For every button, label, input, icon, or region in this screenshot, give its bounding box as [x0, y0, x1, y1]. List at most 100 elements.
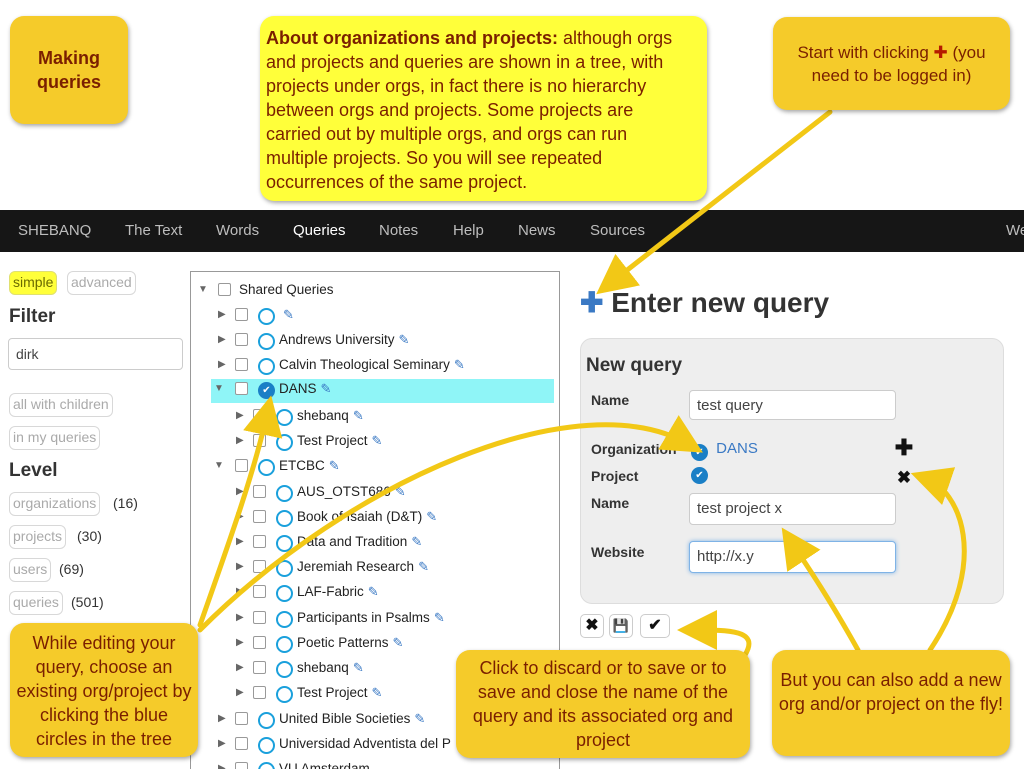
- tree-row-project[interactable]: ▶ Test Project ✎: [191, 431, 557, 453]
- in-my-queries-toggle[interactable]: in my queries: [9, 426, 101, 450]
- expand-down-icon[interactable]: ▼: [198, 284, 208, 295]
- filter-input[interactable]: dirk: [8, 338, 183, 370]
- select-circle-icon[interactable]: [258, 459, 275, 476]
- expand-right-icon[interactable]: ▶: [218, 309, 226, 320]
- nav-sources[interactable]: Sources: [590, 222, 645, 239]
- expand-right-icon[interactable]: ▶: [236, 637, 244, 648]
- tree-checkbox[interactable]: [253, 535, 266, 548]
- tree-checkbox[interactable]: [235, 358, 248, 371]
- tree-row-project[interactable]: ▶ Participants in Psalms ✎: [191, 608, 557, 630]
- level-organizations[interactable]: organizations: [9, 492, 101, 516]
- pencil-icon[interactable]: ✎: [283, 307, 294, 322]
- tree-checkbox[interactable]: [253, 485, 266, 498]
- nav-news[interactable]: News: [518, 222, 556, 239]
- tree-checkbox[interactable]: [235, 459, 248, 472]
- selected-check-circle-icon[interactable]: ✔: [691, 467, 708, 484]
- pencil-icon[interactable]: ✎: [329, 458, 340, 473]
- nav-words[interactable]: Words: [216, 222, 259, 239]
- expand-right-icon[interactable]: ▶: [236, 486, 244, 497]
- nav-queries[interactable]: Queries: [293, 222, 346, 239]
- pencil-icon[interactable]: ✎: [411, 534, 422, 549]
- pencil-icon[interactable]: ✎: [454, 357, 465, 372]
- save-close-button[interactable]: ✔: [640, 614, 670, 638]
- level-users[interactable]: users: [9, 558, 52, 582]
- selected-check-circle-icon[interactable]: ✔: [258, 382, 275, 399]
- all-with-children-toggle[interactable]: all with children: [9, 393, 113, 417]
- pencil-icon[interactable]: ✎: [321, 381, 332, 396]
- project-name-input[interactable]: test project x: [689, 493, 896, 525]
- select-circle-icon[interactable]: [276, 434, 293, 451]
- expand-right-icon[interactable]: ▶: [218, 713, 226, 724]
- expand-right-icon[interactable]: ▶: [236, 586, 244, 597]
- plus-icon[interactable]: ✚: [580, 287, 603, 318]
- tree-row-project[interactable]: ▶ Book of Isaiah (D&T) ✎: [191, 507, 557, 529]
- pencil-icon[interactable]: ✎: [368, 584, 379, 599]
- nav-cutoff[interactable]: We: [1006, 222, 1024, 239]
- tree-row-project[interactable]: ▶ shebanq ✎: [191, 406, 557, 428]
- tree-checkbox[interactable]: [253, 686, 266, 699]
- tree-row-project[interactable]: ▶ Jeremiah Research ✎: [191, 557, 557, 579]
- discard-button[interactable]: ✖: [580, 614, 604, 638]
- tree-checkbox[interactable]: [253, 636, 266, 649]
- tree-checkbox[interactable]: [218, 283, 231, 296]
- pencil-icon[interactable]: ✎: [393, 635, 404, 650]
- select-circle-icon[interactable]: [258, 333, 275, 350]
- website-input[interactable]: http://x.y: [689, 541, 896, 573]
- expand-right-icon[interactable]: ▶: [236, 612, 244, 623]
- tree-row-org[interactable]: ▼ ETCBC ✎: [191, 456, 557, 478]
- nav-the-text[interactable]: The Text: [125, 222, 182, 239]
- expand-right-icon[interactable]: ▶: [218, 334, 226, 345]
- nav-notes[interactable]: Notes: [379, 222, 418, 239]
- pencil-icon[interactable]: ✎: [418, 559, 429, 574]
- select-circle-icon[interactable]: [276, 485, 293, 502]
- tree-row-org[interactable]: ▶ Andrews University ✎: [191, 330, 557, 352]
- nav-help[interactable]: Help: [453, 222, 484, 239]
- pencil-icon[interactable]: ✎: [414, 711, 425, 726]
- pencil-icon[interactable]: ✎: [372, 433, 383, 448]
- select-circle-icon[interactable]: [276, 636, 293, 653]
- level-projects[interactable]: projects: [9, 525, 67, 549]
- level-queries[interactable]: queries: [9, 591, 63, 615]
- tree-checkbox[interactable]: [235, 333, 248, 346]
- select-circle-icon[interactable]: [276, 535, 293, 552]
- pencil-icon[interactable]: ✎: [395, 484, 406, 499]
- tree-checkbox[interactable]: [253, 409, 266, 422]
- tree-row-project[interactable]: ▶ AUS_OTST686 ✎: [191, 482, 557, 504]
- tree-checkbox[interactable]: [253, 661, 266, 674]
- tree-row-project[interactable]: ▶ Data and Tradition ✎: [191, 532, 557, 554]
- expand-right-icon[interactable]: ▶: [236, 561, 244, 572]
- select-circle-icon[interactable]: [276, 686, 293, 703]
- select-circle-icon[interactable]: [276, 409, 293, 426]
- select-circle-icon[interactable]: [258, 358, 275, 375]
- select-circle-icon[interactable]: [276, 510, 293, 527]
- select-circle-icon[interactable]: [276, 661, 293, 678]
- organization-name[interactable]: DANS: [716, 440, 758, 457]
- tree-checkbox[interactable]: [253, 611, 266, 624]
- pencil-icon[interactable]: ✎: [353, 408, 364, 423]
- tree-checkbox[interactable]: [235, 737, 248, 750]
- expand-down-icon[interactable]: ▼: [214, 460, 224, 471]
- tree-row-org[interactable]: ▶ ✎: [191, 305, 557, 327]
- expand-right-icon[interactable]: ▶: [236, 435, 244, 446]
- tree-checkbox[interactable]: [235, 308, 248, 321]
- pencil-icon[interactable]: ✎: [434, 610, 445, 625]
- expand-right-icon[interactable]: ▶: [236, 536, 244, 547]
- select-circle-icon[interactable]: [258, 308, 275, 325]
- save-button[interactable]: 💾: [609, 614, 633, 638]
- pencil-icon[interactable]: ✎: [372, 685, 383, 700]
- selected-check-circle-icon[interactable]: ✔: [691, 444, 708, 461]
- tree-checkbox[interactable]: [235, 712, 248, 725]
- select-circle-icon[interactable]: [276, 611, 293, 628]
- expand-right-icon[interactable]: ▶: [236, 410, 244, 421]
- mode-advanced-button[interactable]: advanced: [67, 271, 136, 295]
- tree-checkbox[interactable]: [253, 510, 266, 523]
- nav-shebanq[interactable]: SHEBANQ: [18, 222, 91, 239]
- select-circle-icon[interactable]: [276, 585, 293, 602]
- expand-right-icon[interactable]: ▶: [218, 738, 226, 749]
- expand-right-icon[interactable]: ▶: [218, 763, 226, 769]
- organization-value[interactable]: ✔ DANS: [691, 440, 758, 461]
- pencil-icon[interactable]: ✎: [426, 509, 437, 524]
- select-circle-icon[interactable]: [276, 560, 293, 577]
- select-circle-icon[interactable]: [258, 712, 275, 729]
- tree-row-dans-selected[interactable]: ▼ ✔ DANS ✎: [211, 379, 554, 403]
